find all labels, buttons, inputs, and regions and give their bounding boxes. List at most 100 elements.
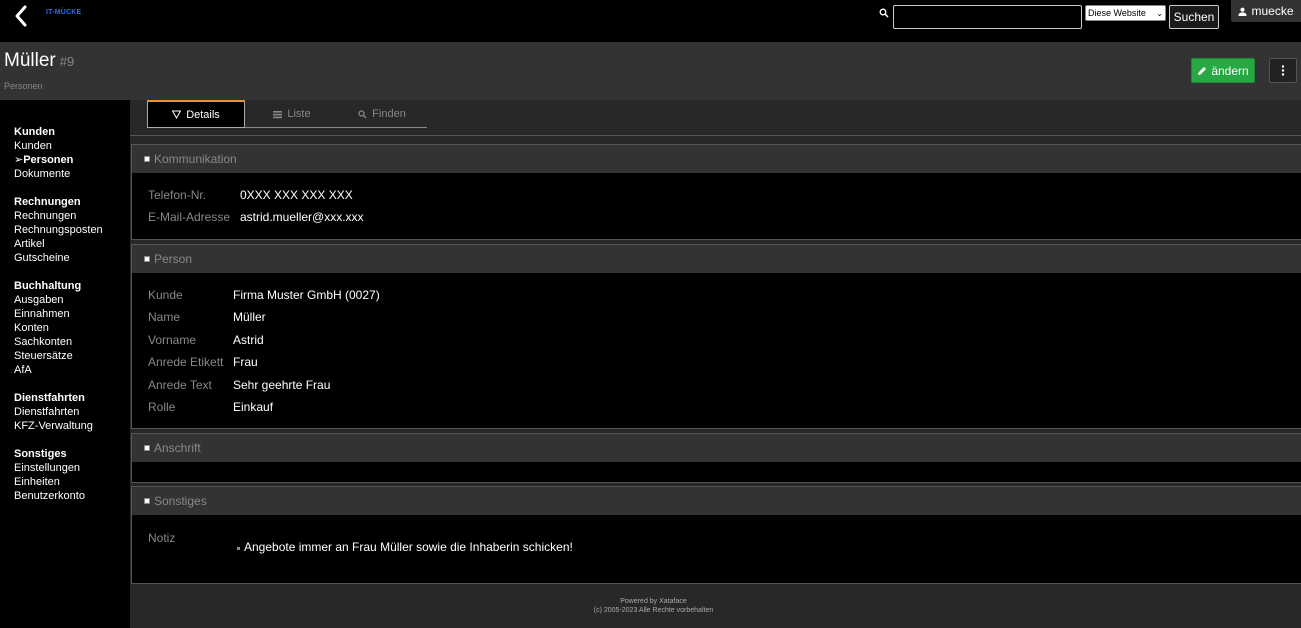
sidebar-item-benutzerkonto[interactable]: Benutzerkonto — [14, 489, 130, 503]
more-vertical-icon — [1281, 65, 1285, 76]
field-label-kunde: Kunde — [148, 288, 183, 302]
sidebar-item-rechnungen[interactable]: Rechnungen — [14, 209, 130, 223]
chevron-down-icon: ⌄ — [1156, 8, 1163, 18]
nav-group-rechnungen: Rechnungen Rechnungen Rechnungsposten Ar… — [14, 195, 130, 265]
bullet-icon — [237, 547, 240, 550]
nav-heading: Buchhaltung — [14, 280, 82, 292]
sidebar: Kunden Kunden ➢Personen Dokumente Rechnu… — [0, 100, 130, 628]
field-value-email[interactable]: astrid.mueller@xxx.xxx — [240, 210, 364, 224]
section-sonstiges: Sonstiges Notiz Angebote immer an Frau M… — [131, 486, 1301, 584]
collapse-icon — [144, 256, 150, 262]
sidebar-item-dienstfahrten[interactable]: Dienstfahrten — [14, 405, 130, 419]
record-table-name[interactable]: Personen — [4, 81, 43, 91]
tab-label: Liste — [287, 108, 311, 120]
search-icon — [358, 109, 367, 118]
collapse-icon — [144, 498, 150, 504]
sidebar-item-artikel[interactable]: Artikel — [14, 237, 130, 251]
section-title: Anschrift — [154, 441, 201, 455]
field-value-anrede-text: Sehr geehrte Frau — [233, 378, 331, 392]
sidebar-item-rechnungsposten[interactable]: Rechnungsposten — [14, 223, 130, 237]
sidebar-item-kunden[interactable]: Kunden — [14, 139, 130, 153]
collapse-icon — [144, 445, 150, 451]
sidebar-item-sachkonten[interactable]: Sachkonten — [14, 335, 130, 349]
tab-liste[interactable]: Liste — [247, 100, 337, 128]
field-value-rolle: Einkauf — [233, 400, 274, 414]
sidebar-item-ausgaben[interactable]: Ausgaben — [14, 293, 130, 307]
search-button[interactable]: Suchen — [1169, 5, 1219, 29]
section-header[interactable]: Anschrift — [132, 434, 1301, 462]
sidebar-item-einheiten[interactable]: Einheiten — [14, 475, 130, 489]
field-label-email: E-Mail-Adresse — [148, 210, 231, 224]
section-title: Person — [154, 252, 193, 266]
sidebar-item-konten[interactable]: Konten — [14, 321, 130, 335]
nav-heading: Rechnungen — [14, 196, 81, 208]
divider — [130, 135, 1301, 136]
user-menu-button[interactable]: muecke — [1231, 0, 1301, 22]
sidebar-item-einstellungen[interactable]: Einstellungen — [14, 461, 130, 475]
sidebar-item-gutscheine[interactable]: Gutscheine — [14, 251, 130, 265]
record-title-text: Müller — [4, 50, 56, 71]
edit-button-label: ändern — [1211, 63, 1249, 78]
field-label-vorname: Vorname — [148, 333, 197, 347]
field-value-telefon: 0XXX XXX XXX XXX — [240, 188, 353, 202]
footer-powered-by[interactable]: Powered by Xataface — [580, 597, 727, 606]
sidebar-item-kfz-verwaltung[interactable]: KFZ-Verwaltung — [14, 419, 130, 433]
field-value-name: Müller — [233, 310, 266, 324]
section-title: Sonstiges — [154, 494, 207, 508]
more-actions-button[interactable] — [1269, 58, 1297, 83]
sidebar-item-label: Personen — [23, 154, 74, 166]
field-label-name: Name — [148, 310, 181, 324]
section-title: Kommunikation — [154, 152, 237, 166]
sidebar-item-personen[interactable]: ➢Personen — [14, 153, 130, 167]
user-name: muecke — [1251, 4, 1294, 18]
edit-button[interactable]: ändern — [1191, 58, 1255, 83]
search-scope-value: Diese Website — [1088, 8, 1146, 18]
search-input[interactable] — [893, 5, 1082, 29]
tab-finden[interactable]: Finden — [337, 100, 427, 128]
search-icon — [879, 8, 889, 18]
page-title: Müller #9 — [4, 50, 74, 72]
pencil-icon — [1198, 66, 1207, 75]
sidebar-item-afa[interactable]: AfA — [14, 363, 130, 377]
nav-group-sonstiges: Sonstiges Einstellungen Einheiten Benutz… — [14, 447, 130, 503]
sidebar-item-steuersaetze[interactable]: Steuersätze — [14, 349, 130, 363]
field-value-vorname: Astrid — [233, 333, 264, 347]
sidebar-item-dokumente[interactable]: Dokumente — [14, 167, 130, 181]
field-value-notiz: Angebote immer an Frau Müller sowie die … — [244, 540, 573, 554]
field-label-rolle: Rolle — [148, 400, 176, 414]
record-header — [0, 42, 1301, 100]
tab-label: Finden — [372, 108, 406, 120]
section-header[interactable]: Person — [132, 245, 1301, 273]
top-bar: IT-MÜCKE Diese Website ⌄ Suchen muecke — [0, 0, 1301, 42]
field-value-kunde[interactable]: Firma Muster GmbH (0027) — [233, 288, 380, 302]
section-kommunikation: Kommunikation Telefon-Nr. 0XXX XXX XXX X… — [131, 144, 1301, 240]
filter-icon — [172, 110, 182, 119]
nav-group-dienstfahrten: Dienstfahrten Dienstfahrten KFZ-Verwaltu… — [14, 391, 130, 433]
nav-group-kunden: Kunden Kunden ➢Personen Dokumente — [14, 125, 130, 181]
section-person: Person Kunde Firma Muster GmbH (0027) Na… — [131, 244, 1301, 429]
user-icon — [1238, 7, 1248, 16]
tab-label: Details — [186, 108, 220, 121]
nav-heading: Dienstfahrten — [14, 392, 85, 404]
tabs-bar: Details Liste Finden — [147, 100, 427, 128]
list-icon — [273, 110, 283, 118]
footer: Powered by Xataface (c) 2005-2023 Alle R… — [580, 597, 727, 615]
back-arrow-icon[interactable] — [12, 4, 30, 28]
field-label-anrede-etikett: Anrede Etikett — [148, 355, 224, 369]
nav-heading: Kunden — [14, 126, 55, 138]
tab-details[interactable]: Details — [147, 100, 245, 128]
collapse-icon — [144, 156, 150, 162]
field-label-anrede-text: Anrede Text — [148, 378, 212, 392]
field-value-anrede-etikett: Frau — [233, 355, 258, 369]
field-label-telefon: Telefon-Nr. — [148, 188, 207, 202]
section-anschrift: Anschrift — [131, 433, 1301, 483]
section-header[interactable]: Sonstiges — [132, 487, 1301, 515]
brand-logo[interactable]: IT-MÜCKE — [46, 9, 81, 16]
search-scope-select[interactable]: Diese Website ⌄ — [1085, 5, 1166, 21]
section-header[interactable]: Kommunikation — [132, 145, 1301, 173]
active-marker-icon: ➢ — [14, 154, 24, 166]
field-label-notiz: Notiz — [148, 531, 176, 545]
nav-heading: Sonstiges — [14, 448, 67, 460]
sidebar-item-einnahmen[interactable]: Einnahmen — [14, 307, 130, 321]
footer-copyright: (c) 2005-2023 Alle Rechte vorbehalten — [593, 607, 714, 614]
